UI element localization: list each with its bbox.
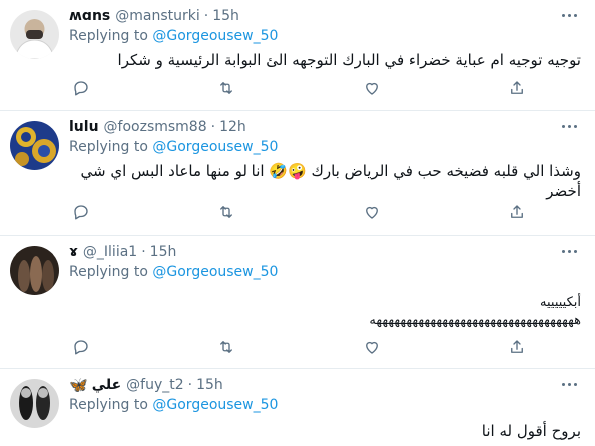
display-name[interactable]: ɤ — [69, 244, 78, 260]
tweet-actions — [64, 201, 534, 223]
replying-to-label: Replying to — [69, 139, 153, 155]
replying-to: Replying to @Gorgeousew_50 — [69, 139, 278, 155]
butterfly-icon: 🦋 — [69, 376, 88, 394]
more-options-icon[interactable] — [559, 8, 579, 22]
tweet-text-line: أبكيييييه — [540, 295, 581, 310]
tweet-text: توجيه توجيه ام عباية خضراء في البارك الت… — [69, 50, 581, 70]
tweet-actions — [64, 336, 534, 358]
mention-link[interactable]: @Gorgeousew_50 — [152, 139, 278, 155]
retweet-icon[interactable] — [209, 201, 243, 223]
display-name[interactable]: lulu — [69, 119, 99, 135]
avatar[interactable] — [10, 121, 59, 170]
separator-dot: · — [203, 8, 209, 24]
timestamp[interactable]: 15h — [196, 377, 223, 393]
share-icon[interactable] — [500, 77, 534, 99]
tweet-replies-feed: ʍɑns @mansturki · 15h Replying to @Gorge… — [0, 0, 595, 446]
tweet[interactable]: lulu @foozsmsm88 · 12h Replying to @Gorg… — [0, 111, 595, 236]
tweet-actions — [64, 77, 534, 99]
retweet-icon[interactable] — [209, 336, 243, 358]
like-icon[interactable] — [355, 336, 389, 358]
tweet-text-line: توجيه توجيه ام عباية خضراء في البارك الت… — [117, 51, 581, 69]
replying-to-label: Replying to — [69, 28, 153, 44]
tweet[interactable]: ɤ @_Iliia1 · 15h Replying to @Gorgeousew… — [0, 236, 595, 369]
replying-to: Replying to @Gorgeousew_50 — [69, 397, 278, 413]
tweet-text: أبكيييييه هههههههههههههههههههههههههههههه… — [69, 294, 581, 330]
replying-to-label: Replying to — [69, 264, 153, 280]
tweet-text-line: ههههههههههههههههههههههههههههههههههه — [369, 313, 581, 328]
more-options-icon[interactable] — [559, 377, 579, 391]
avatar[interactable] — [10, 379, 59, 428]
reply-icon[interactable] — [64, 201, 98, 223]
tweet-header: lulu @foozsmsm88 · 12h — [69, 117, 555, 137]
user-handle[interactable]: @fuy_t2 — [126, 377, 183, 393]
avatar[interactable] — [10, 246, 59, 295]
like-icon[interactable] — [355, 77, 389, 99]
share-icon[interactable] — [500, 336, 534, 358]
tweet-text-line: بروح أقول له انا — [481, 422, 581, 440]
timestamp[interactable]: 12h — [219, 119, 246, 135]
tweet[interactable]: 🦋 علي @fuy_t2 · 15h Replying to @Gorgeou… — [0, 369, 595, 446]
tweet[interactable]: ʍɑns @mansturki · 15h Replying to @Gorge… — [0, 0, 595, 111]
separator-dot: · — [187, 377, 193, 393]
timestamp[interactable]: 15h — [212, 8, 239, 24]
replying-to: Replying to @Gorgeousew_50 — [69, 28, 278, 44]
user-handle[interactable]: @foozsmsm88 — [104, 119, 207, 135]
tweet-text: وشذا الي قلبه فضيخه حب في الرياض بارك 🤪🤣… — [69, 161, 581, 201]
tweet-text-line: أخضر — [546, 182, 581, 200]
tweet-header: ʍɑns @mansturki · 15h — [69, 6, 555, 26]
replying-to-label: Replying to — [69, 397, 153, 413]
reply-icon[interactable] — [64, 77, 98, 99]
user-handle[interactable]: @_Iliia1 — [83, 244, 137, 260]
replying-to: Replying to @Gorgeousew_50 — [69, 264, 278, 280]
user-handle[interactable]: @mansturki — [115, 8, 200, 24]
display-name[interactable]: ʍɑns — [69, 8, 110, 24]
mention-link[interactable]: @Gorgeousew_50 — [152, 28, 278, 44]
timestamp[interactable]: 15h — [150, 244, 177, 260]
separator-dot: · — [141, 244, 146, 260]
avatar[interactable] — [10, 10, 59, 59]
tweet-header: ɤ @_Iliia1 · 15h — [69, 242, 555, 262]
tweet-header: 🦋 علي @fuy_t2 · 15h — [69, 375, 555, 395]
mention-link[interactable]: @Gorgeousew_50 — [152, 264, 278, 280]
tweet-text: بروح أقول له انا — [69, 421, 581, 441]
separator-dot: · — [210, 119, 216, 135]
like-icon[interactable] — [355, 201, 389, 223]
mention-link[interactable]: @Gorgeousew_50 — [152, 397, 278, 413]
tweet-text-line: وشذا الي قلبه فضيخه حب في الرياض بارك 🤪🤣… — [80, 162, 581, 180]
more-options-icon[interactable] — [559, 244, 579, 258]
display-name[interactable]: علي — [92, 377, 121, 393]
share-icon[interactable] — [500, 201, 534, 223]
more-options-icon[interactable] — [559, 119, 579, 133]
reply-icon[interactable] — [64, 336, 98, 358]
retweet-icon[interactable] — [209, 77, 243, 99]
